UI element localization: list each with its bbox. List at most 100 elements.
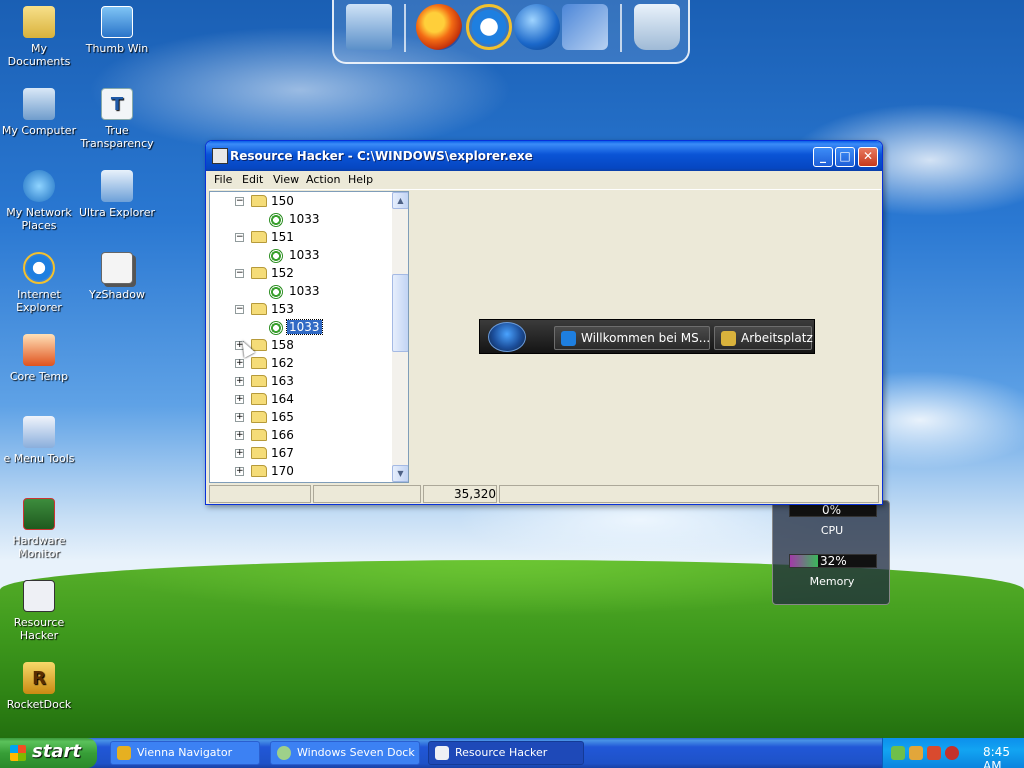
tree-folder-node[interactable]: +162 bbox=[210, 355, 390, 373]
tree-node-label: 1033 bbox=[289, 212, 320, 226]
tree-folder-node[interactable]: +163 bbox=[210, 373, 390, 391]
menu-view[interactable]: View bbox=[273, 173, 299, 186]
transparency-icon: T bbox=[101, 88, 133, 120]
tree-folder-node[interactable]: +167 bbox=[210, 445, 390, 463]
title-bar[interactable]: Resource Hacker - C:\WINDOWS\explorer.ex… bbox=[206, 141, 882, 171]
desktop-icon-resource-hacker[interactable]: Resource Hacker bbox=[0, 580, 78, 642]
desktop-icon-rocketdock[interactable]: R RocketDock bbox=[0, 662, 78, 711]
start-button[interactable]: start bbox=[0, 738, 97, 768]
icon-label: Internet Explorer bbox=[16, 288, 62, 314]
task-windows-seven-dock[interactable]: Windows Seven Dock bbox=[270, 741, 420, 765]
tree-folder-node[interactable]: +164 bbox=[210, 391, 390, 409]
expand-icon[interactable]: + bbox=[235, 359, 244, 368]
expand-icon[interactable]: + bbox=[235, 377, 244, 386]
expand-icon[interactable]: + bbox=[235, 467, 244, 476]
tree-folder-node[interactable]: − 151 bbox=[210, 229, 390, 247]
minimize-button[interactable]: _ bbox=[813, 147, 833, 167]
desktop: My Documents Thumb Win My Computer T Tru… bbox=[0, 0, 1024, 738]
tree-folder-node[interactable]: +165 bbox=[210, 409, 390, 427]
desktop-icon-my-documents[interactable]: My Documents bbox=[0, 6, 78, 68]
network-tray-icon[interactable] bbox=[891, 746, 905, 760]
monitor-tray-icon[interactable] bbox=[909, 746, 923, 760]
tree-folder-node[interactable]: +158 bbox=[210, 337, 390, 355]
desktop-icon-core-temp[interactable]: Core Temp bbox=[0, 334, 78, 383]
desktop-icon-hardware-monitor[interactable]: Hardware Monitor bbox=[0, 498, 78, 560]
close-button[interactable]: ✕ bbox=[858, 147, 878, 167]
resource-gear-icon bbox=[269, 285, 283, 299]
tree-resource-node[interactable]: 1033 bbox=[210, 283, 390, 301]
tree-folder-node[interactable]: − 150 bbox=[210, 193, 390, 211]
preview-task-welcome: Willkommen bei MS... bbox=[554, 326, 710, 350]
desktop-icon-ultra-explorer[interactable]: Ultra Explorer bbox=[78, 170, 156, 219]
folder-icon bbox=[251, 195, 267, 207]
menu-action[interactable]: Action bbox=[306, 173, 340, 186]
icon-label: YzShadow bbox=[89, 288, 145, 301]
computer-icon bbox=[721, 331, 736, 346]
desktop-icon-internet-explorer[interactable]: Internet Explorer bbox=[0, 252, 78, 314]
tree-node-label: 167 bbox=[271, 446, 294, 460]
internet-explorer-icon[interactable] bbox=[466, 4, 512, 50]
desktop-icon-menu-tools[interactable]: e Menu Tools bbox=[0, 416, 78, 465]
temperature-tray-icon[interactable] bbox=[927, 746, 941, 760]
expand-icon[interactable]: + bbox=[235, 449, 244, 458]
menu-file[interactable]: File bbox=[214, 173, 232, 186]
menu-help[interactable]: Help bbox=[348, 173, 373, 186]
windows-logo-icon bbox=[10, 745, 26, 761]
menu-edit[interactable]: Edit bbox=[242, 173, 263, 186]
tree-resource-node[interactable]: 1033 bbox=[210, 319, 390, 337]
tree-folder-node[interactable]: +170 bbox=[210, 463, 390, 481]
folder-icon bbox=[251, 393, 267, 405]
windows-update-icon[interactable] bbox=[562, 4, 608, 50]
tree-resource-node[interactable]: 1033 bbox=[210, 247, 390, 265]
firefox-icon[interactable] bbox=[416, 4, 462, 50]
resource-tree[interactable]: −150 1033−151 1033−152 1033−153 1033 +158 +162… bbox=[209, 191, 409, 483]
scroll-up-button[interactable]: ▲ bbox=[392, 192, 408, 209]
tree-resource-node[interactable]: 1033 bbox=[210, 211, 390, 229]
resource-hacker-icon bbox=[23, 580, 55, 612]
dock-separator bbox=[404, 4, 406, 52]
tree-scrollbar[interactable]: ▲ ▼ bbox=[392, 192, 408, 482]
desktop-icon-true-transparency[interactable]: T True Transparency bbox=[78, 88, 156, 150]
scroll-thumb[interactable] bbox=[392, 274, 408, 352]
icon-label: My Computer bbox=[1, 124, 77, 137]
desktop-icon-yzshadow[interactable]: YzShadow bbox=[78, 252, 156, 301]
collapse-icon[interactable]: − bbox=[235, 233, 244, 242]
maximize-button[interactable]: □ bbox=[835, 147, 855, 167]
task-resource-hacker[interactable]: Resource Hacker bbox=[428, 741, 584, 765]
scroll-down-button[interactable]: ▼ bbox=[392, 465, 408, 482]
preview-taskbar: Willkommen bei MS... Arbeitsplatz bbox=[479, 319, 815, 354]
tree-folder-node[interactable]: +166 bbox=[210, 427, 390, 445]
expand-icon[interactable]: + bbox=[235, 395, 244, 404]
media-player-icon[interactable] bbox=[514, 4, 560, 50]
resource-gear-icon bbox=[269, 321, 283, 335]
tree-node-label: 151 bbox=[271, 230, 294, 244]
task-vienna-navigator[interactable]: Vienna Navigator bbox=[110, 741, 260, 765]
cpu-value: 0% bbox=[822, 503, 842, 517]
tree-folder-node[interactable]: − 152 bbox=[210, 265, 390, 283]
desktop-icon-my-network-places[interactable]: My Network Places bbox=[0, 170, 78, 232]
expand-icon[interactable]: + bbox=[235, 431, 244, 440]
folder-icon bbox=[251, 447, 267, 459]
monitor-icon[interactable] bbox=[346, 4, 392, 50]
collapse-icon[interactable]: − bbox=[235, 269, 244, 278]
folder-icon bbox=[251, 303, 267, 315]
collapse-icon[interactable]: − bbox=[235, 197, 244, 206]
status-panel-2 bbox=[313, 485, 421, 503]
clock[interactable]: 8:45 AM bbox=[983, 745, 1024, 768]
resource-hacker-icon bbox=[212, 148, 228, 164]
collapse-icon[interactable]: − bbox=[235, 305, 244, 314]
tree-node-label: 1033 bbox=[286, 319, 323, 335]
recycle-bin-icon[interactable] bbox=[634, 4, 680, 50]
security-tray-icon[interactable] bbox=[945, 746, 959, 760]
expand-icon[interactable]: + bbox=[235, 413, 244, 422]
tree-node-label: 158 bbox=[271, 338, 294, 352]
desktop-icon-my-computer[interactable]: My Computer bbox=[0, 88, 78, 137]
desktop-icon-thumb-win[interactable]: Thumb Win bbox=[78, 6, 156, 55]
icon-label: RocketDock bbox=[6, 698, 72, 711]
folder-icon bbox=[23, 6, 55, 38]
computer-icon bbox=[23, 88, 55, 120]
memory-fill bbox=[790, 555, 818, 567]
cpu-label: CPU bbox=[820, 524, 844, 537]
tree-folder-node[interactable]: − 153 bbox=[210, 301, 390, 319]
explorer-icon bbox=[101, 170, 133, 202]
